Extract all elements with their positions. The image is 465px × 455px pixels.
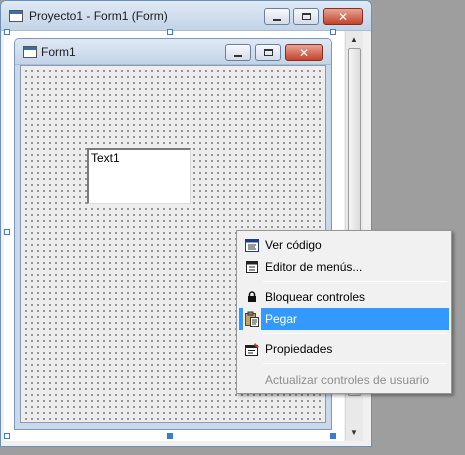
form1-icon — [23, 46, 37, 58]
resize-handle-left[interactable] — [4, 229, 10, 235]
close-icon: ✕ — [337, 9, 349, 24]
menu-item-propiedades[interactable]: Propiedades — [239, 338, 449, 360]
form1-maximize-button[interactable] — [255, 44, 281, 61]
outer-minimize-button[interactable] — [264, 8, 290, 25]
properties-icon — [243, 338, 261, 360]
form1-title: Form1 — [41, 45, 76, 59]
menu-item-label: Actualizar controles de usuario — [265, 373, 430, 387]
scroll-up-arrow-icon[interactable]: ▲ — [346, 31, 362, 47]
scroll-down-arrow-icon[interactable]: ▼ — [346, 424, 362, 440]
menu-item-ver-codigo[interactable]: Ver código — [239, 234, 449, 256]
menu-editor-icon — [243, 256, 261, 278]
menu-item-actualizar-controles[interactable]: Actualizar controles de usuario — [239, 369, 449, 391]
outer-close-button[interactable]: ✕ — [323, 8, 363, 25]
menu-separator — [263, 333, 447, 334]
maximize-icon — [263, 49, 273, 56]
menu-item-label: Pegar — [265, 312, 298, 326]
resize-handle-top-right[interactable] — [330, 29, 336, 35]
form1-title-bar[interactable]: Form1 ✕ — [15, 39, 331, 65]
menu-item-label: Bloquear controles — [265, 290, 366, 304]
menu-item-bloquear-controles[interactable]: Bloquear controles — [239, 286, 449, 308]
code-window-icon — [243, 234, 261, 256]
outer-title-bar[interactable]: Proyecto1 - Form1 (Form) ✕ — [1, 1, 371, 31]
outer-maximize-button[interactable] — [293, 8, 319, 25]
paste-icon — [243, 308, 261, 330]
maximize-icon — [301, 13, 311, 20]
blank-icon — [243, 369, 261, 391]
close-icon: ✕ — [298, 45, 310, 60]
menu-separator — [263, 363, 447, 364]
menu-item-editor-de-menus[interactable]: Editor de menús... — [239, 256, 449, 278]
resize-handle-top[interactable] — [167, 29, 173, 35]
text1-textbox[interactable]: Text1 — [87, 148, 191, 204]
menu-separator — [263, 281, 447, 282]
form1-minimize-button[interactable] — [225, 44, 251, 61]
menu-item-label: Ver código — [265, 238, 322, 252]
resize-handle-bottom-left[interactable] — [4, 433, 10, 439]
menu-item-pegar[interactable]: Pegar — [239, 308, 449, 330]
form1-close-button[interactable]: ✕ — [285, 44, 323, 61]
menu-item-label: Propiedades — [265, 342, 333, 356]
lock-icon — [243, 286, 261, 308]
context-menu: Ver código Editor de menús... Bloquear c… — [236, 230, 452, 394]
outer-window-title: Proyecto1 - Form1 (Form) — [29, 9, 168, 23]
minimize-icon — [273, 18, 281, 21]
resize-handle-top-left[interactable] — [4, 29, 10, 35]
menu-item-label: Editor de menús... — [265, 260, 363, 274]
resize-handle-bottom-right[interactable] — [330, 433, 336, 439]
minimize-icon — [234, 54, 242, 57]
form-window-icon — [9, 10, 23, 22]
resize-handle-bottom[interactable] — [167, 433, 173, 439]
